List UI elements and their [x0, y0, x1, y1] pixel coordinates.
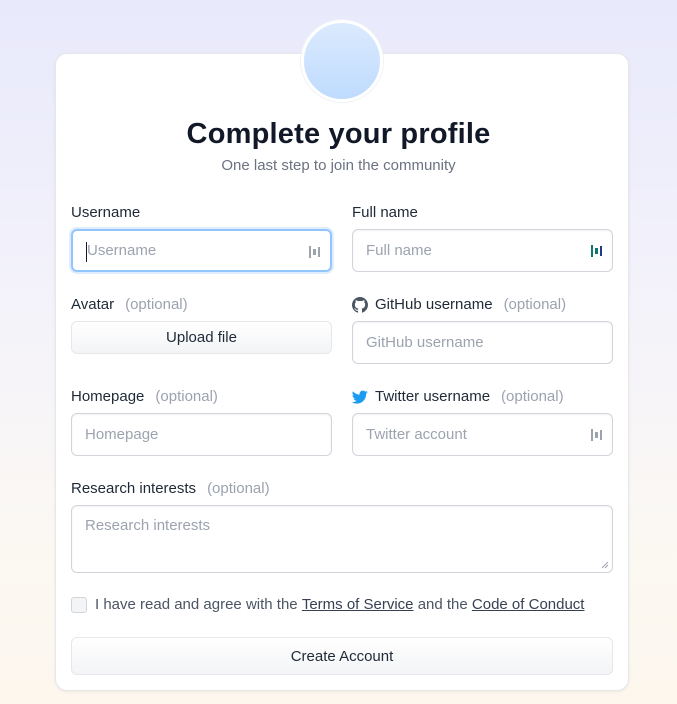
- github-label-text: GitHub username: [375, 296, 493, 313]
- optional-tag: (optional): [125, 296, 188, 313]
- research-interests-textarea[interactable]: [72, 506, 612, 572]
- github-field-wrapper: [352, 321, 613, 364]
- avatar-label: Avatar (optional): [71, 296, 188, 313]
- terms-middle: and the: [417, 596, 468, 613]
- homepage-input[interactable]: [72, 414, 331, 455]
- twitter-label-text: Twitter username: [375, 388, 491, 405]
- optional-tag: (optional): [503, 296, 567, 313]
- terms-row: I have read and agree with the Terms of …: [71, 596, 584, 613]
- interests-label-text: Research interests: [71, 480, 197, 497]
- homepage-field-wrapper: [71, 413, 332, 456]
- optional-tag: (optional): [155, 388, 218, 405]
- fullname-label: Full name: [352, 204, 418, 221]
- github-username-input[interactable]: [353, 322, 612, 363]
- fullname-label-text: Full name: [352, 204, 418, 221]
- username-input[interactable]: [73, 231, 330, 270]
- terms-checkbox[interactable]: [71, 596, 87, 613]
- code-of-conduct-link[interactable]: Code of Conduct: [472, 596, 585, 613]
- optional-tag: (optional): [501, 388, 564, 405]
- username-label: Username: [71, 204, 140, 221]
- password-manager-icon[interactable]: [590, 243, 604, 259]
- create-account-button[interactable]: Create Account: [71, 637, 613, 675]
- twitter-icon: [352, 390, 368, 404]
- homepage-label-text: Homepage: [71, 388, 145, 405]
- page-title: Complete your profile: [186, 118, 491, 150]
- avatar-placeholder: [301, 20, 383, 102]
- upload-file-button[interactable]: Upload file: [71, 321, 332, 354]
- twitter-field-wrapper: [352, 413, 613, 456]
- twitter-label: Twitter username (optional): [352, 388, 564, 405]
- github-icon: [352, 296, 368, 313]
- optional-tag: (optional): [207, 480, 270, 497]
- avatar-label-text: Avatar: [71, 296, 115, 313]
- terms-prefix: I have read and agree with the: [95, 596, 298, 613]
- username-label-text: Username: [71, 204, 141, 221]
- homepage-label: Homepage (optional): [71, 388, 218, 405]
- fullname-field-wrapper: [352, 229, 613, 272]
- username-field-wrapper: [71, 229, 332, 272]
- terms-of-service-link[interactable]: Terms of Service: [302, 596, 414, 613]
- interests-field-wrapper: [71, 505, 613, 573]
- resize-grip-icon[interactable]: [601, 561, 609, 569]
- text-caret: [86, 242, 87, 262]
- github-label: GitHub username (optional): [352, 296, 566, 313]
- page-subtitle: One last step to join the community: [221, 157, 456, 174]
- twitter-account-input[interactable]: [353, 414, 612, 455]
- password-manager-icon[interactable]: [590, 427, 604, 443]
- password-manager-icon[interactable]: [308, 244, 322, 260]
- interests-label: Research interests (optional): [71, 480, 270, 497]
- fullname-input[interactable]: [353, 230, 612, 271]
